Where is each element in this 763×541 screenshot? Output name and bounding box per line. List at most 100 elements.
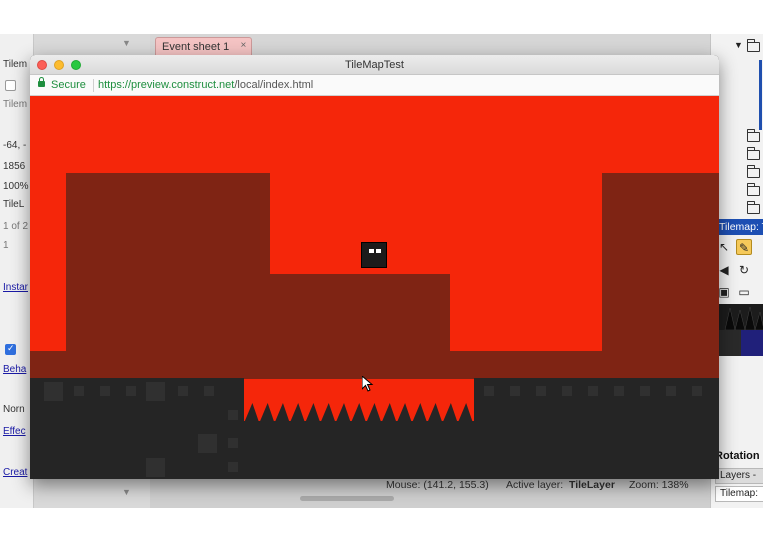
- open-folder-icon[interactable]: ▭: [736, 284, 752, 300]
- spike: [350, 403, 367, 423]
- floor-notch: [536, 386, 546, 396]
- floor-notch: [692, 386, 702, 396]
- folder-icon[interactable]: [746, 165, 760, 178]
- folder-icon[interactable]: [746, 39, 760, 52]
- spike-tile-icon: [724, 306, 763, 331]
- tab-tilemap[interactable]: Tilemap:: [715, 486, 763, 502]
- folder-icon[interactable]: [746, 183, 760, 196]
- secure-label: Secure: [51, 79, 86, 91]
- spike: [427, 403, 443, 423]
- tree-expand-icon[interactable]: ▼: [734, 40, 743, 50]
- active-layer-label: Active layer:: [506, 479, 564, 491]
- floor-notch: [510, 386, 520, 396]
- close-icon[interactable]: ×: [240, 40, 246, 51]
- property-row: 100%: [3, 181, 29, 192]
- spike: [411, 403, 428, 423]
- chevron-down-icon[interactable]: ▼: [122, 487, 131, 497]
- spike: [244, 403, 260, 423]
- effects-link[interactable]: Effec: [3, 426, 26, 437]
- lock-icon: [38, 77, 45, 87]
- spike: [274, 403, 290, 423]
- visible-checkbox[interactable]: [5, 343, 16, 355]
- game-viewport[interactable]: [30, 96, 719, 479]
- floor-notch: [614, 386, 624, 396]
- url-path: /local/index.html: [234, 79, 314, 91]
- wall-block-right: [602, 173, 719, 378]
- floor-notch: [74, 386, 84, 396]
- floor-notch: [178, 386, 188, 396]
- pit-floor: [244, 421, 474, 479]
- floor-notch: [484, 386, 494, 396]
- chevron-down-icon[interactable]: ▼: [122, 38, 131, 48]
- player-character: [361, 242, 387, 268]
- folder-icon[interactable]: [746, 147, 760, 160]
- spike: [457, 403, 473, 423]
- zoom-level: Zoom: 138%: [629, 479, 689, 491]
- property-row: Tilem: [3, 59, 28, 70]
- spike: [442, 403, 458, 423]
- floor-notch: [588, 386, 598, 396]
- player-eye: [376, 249, 381, 253]
- rotation-label: Rotation: [715, 450, 760, 462]
- floor-notch: [100, 386, 110, 396]
- wall-block-left: [66, 173, 270, 378]
- property-row: Tilem: [3, 99, 28, 110]
- mouse-position: Mouse: (141.2, 155.3): [386, 479, 489, 491]
- floor-notch: [562, 386, 572, 396]
- properties-panel: Tilem Tilem -64, - 1856 100% TileL 1 of …: [0, 34, 34, 508]
- tab-layers[interactable]: Layers -: [715, 468, 763, 484]
- folder-icon[interactable]: [746, 201, 760, 214]
- property-row: 1: [3, 240, 9, 251]
- player-eye: [369, 249, 374, 253]
- mouse-cursor-icon: [362, 376, 374, 392]
- url-text[interactable]: https://preview.construct.net/local/inde…: [98, 79, 313, 91]
- floor-notch: [228, 462, 238, 472]
- tab-label: Event sheet 1: [162, 41, 230, 53]
- property-checkbox[interactable]: [5, 80, 16, 91]
- address-bar[interactable]: Secure https://preview.construct.net/loc…: [30, 75, 719, 96]
- tile-swatch-spikes[interactable]: [719, 304, 763, 331]
- create-link[interactable]: Creat: [3, 467, 27, 478]
- pencil-icon[interactable]: ✎: [736, 239, 752, 255]
- tilemap-bar-title: Tilemap: T: [713, 219, 763, 235]
- wall-strip: [30, 351, 719, 379]
- window-titlebar[interactable]: TileMapTest: [30, 55, 719, 75]
- spike: [259, 403, 275, 423]
- behaviors-link[interactable]: Beha: [3, 364, 26, 375]
- floor-notch: [198, 434, 217, 453]
- spike: [366, 403, 382, 423]
- rotate-icon[interactable]: ↻: [736, 262, 752, 278]
- property-row: 1856: [3, 161, 26, 172]
- property-row: Norn: [3, 404, 25, 415]
- property-row: TileL: [3, 199, 25, 210]
- spike: [335, 403, 351, 423]
- folder-icon[interactable]: [746, 129, 760, 142]
- spike-row: [244, 403, 473, 423]
- floor-notch: [146, 382, 165, 401]
- floor-notch: [126, 386, 136, 396]
- spike: [289, 403, 306, 423]
- preview-browser-window: TileMapTest Secure https://preview.const…: [30, 55, 719, 479]
- instance-variables-link[interactable]: Instar: [3, 282, 28, 293]
- floor-notch: [204, 386, 214, 396]
- floor-notch: [228, 438, 238, 448]
- window-title: TileMapTest: [345, 59, 404, 71]
- url-host: https://preview.construct.net: [98, 79, 235, 91]
- floor-notch: [666, 386, 676, 396]
- document-tab-strip: Event sheet 1 ×: [150, 34, 710, 56]
- selection-edge: [759, 60, 762, 130]
- spike: [396, 403, 412, 423]
- floor-notch: [44, 382, 63, 401]
- active-layer-value: TileLayer: [569, 479, 615, 491]
- property-row: -64, -: [3, 140, 27, 151]
- spike: [320, 403, 336, 423]
- floor-notch: [228, 410, 238, 420]
- divider: [93, 79, 94, 92]
- tile-swatch-navy[interactable]: [719, 330, 763, 356]
- spike: [305, 403, 321, 423]
- spike: [381, 403, 397, 423]
- tab-event-sheet-1[interactable]: Event sheet 1 ×: [155, 37, 253, 56]
- floor-notch: [640, 386, 650, 396]
- horizontal-scrollbar[interactable]: [300, 496, 394, 501]
- floor-notch: [146, 458, 165, 477]
